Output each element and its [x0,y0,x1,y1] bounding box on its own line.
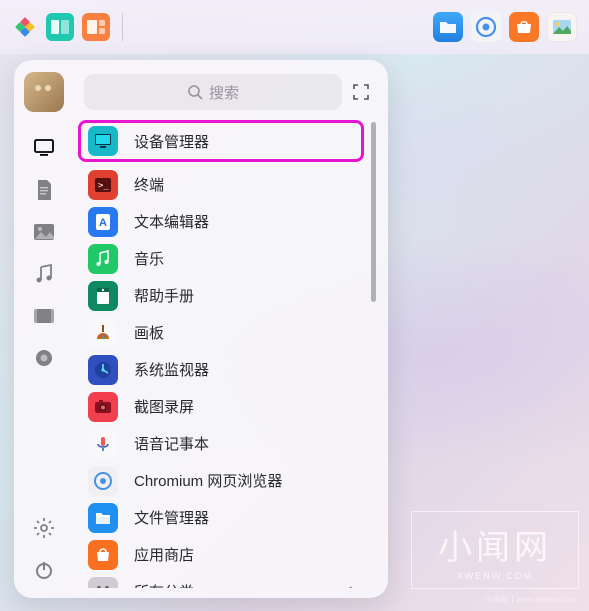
app-label: Chromium 网页浏览器 [134,470,282,491]
tray-app-gallery[interactable] [547,12,577,42]
taskbar [0,0,589,54]
search-input[interactable]: 搜索 [84,74,342,110]
voice-icon [88,429,118,459]
app-label: 文本编辑器 [134,211,209,232]
app-row-store[interactable]: 应用商店 [78,536,368,573]
app-label: 帮助手册 [134,285,194,306]
paint-icon [88,318,118,348]
taskbar-divider [122,13,123,41]
chevron-right-icon [348,586,356,589]
app-row-chromium[interactable]: Chromium 网页浏览器 [78,462,368,499]
app-row-screenshot[interactable]: 截图录屏 [78,388,368,425]
app-label: 设备管理器 [134,131,209,152]
monitor-icon [88,355,118,385]
app-label: 截图录屏 [134,396,194,417]
app-row-device-manager[interactable]: 设备管理器 [78,120,364,162]
app-label: 系统监视器 [134,359,209,380]
multitask-button[interactable] [46,13,74,41]
settings-icon[interactable] [32,516,56,540]
store-icon [88,540,118,570]
app-row-terminal[interactable]: >_ 终端 [78,166,368,203]
scrollbar[interactable] [371,122,376,302]
power-icon[interactable] [32,558,56,582]
app-label: 文件管理器 [134,507,209,528]
svg-text:A: A [99,217,107,229]
search-placeholder: 搜索 [209,82,239,103]
device-manager-icon [88,126,118,156]
app-row-voice[interactable]: 语音记事本 [78,425,368,462]
tray-app-files[interactable] [433,12,463,42]
launcher-sidebar [14,60,74,598]
category-computer-icon[interactable] [32,136,56,160]
tray-app-chromium[interactable] [471,12,501,42]
app-row-help[interactable]: 帮助手册 [78,277,368,314]
tray-app-store[interactable] [509,12,539,42]
app-label: 终端 [134,174,164,195]
app-label: 音乐 [134,248,164,269]
watermark: 小闻网 XWENW.COM [411,511,579,589]
all-icon [88,577,118,589]
app-row-music[interactable]: 音乐 [78,240,368,277]
category-music-icon[interactable] [32,262,56,286]
watermark-tag: 小闻网丨www.xwenw.com [485,594,577,605]
workspace-button[interactable] [82,13,110,41]
category-document-icon[interactable] [32,178,56,202]
watermark-text: 小闻网 [438,520,552,569]
text-editor-icon: A [88,207,118,237]
help-icon [88,281,118,311]
user-avatar[interactable] [24,72,64,112]
app-row-all[interactable]: 所有分类 [78,573,368,588]
chromium-icon [88,466,118,496]
category-video-icon[interactable] [32,304,56,328]
watermark-sub: XWENW.COM [457,571,534,581]
launcher-panel: 搜索 设备管理器 >_ 终端 A 文本编辑器音乐帮助手册画板系统监视器截图录屏语音记事本… [14,60,388,598]
screenshot-icon [88,392,118,422]
category-other-icon[interactable] [32,346,56,370]
launcher-main: 搜索 设备管理器 >_ 终端 A 文本编辑器音乐帮助手册画板系统监视器截图录屏语音记事本… [74,60,388,598]
app-row-text-editor[interactable]: A 文本编辑器 [78,203,368,240]
category-image-icon[interactable] [32,220,56,244]
terminal-icon: >_ [88,170,118,200]
app-row-paint[interactable]: 画板 [78,314,368,351]
app-row-files[interactable]: 文件管理器 [78,499,368,536]
app-list: 设备管理器 >_ 终端 A 文本编辑器音乐帮助手册画板系统监视器截图录屏语音记事本 Chr… [78,118,378,588]
app-label: 语音记事本 [134,433,209,454]
fullscreen-button[interactable] [350,81,372,103]
search-icon [187,84,203,100]
app-label: 应用商店 [134,544,194,565]
app-label: 所有分类 [134,581,194,588]
app-row-monitor[interactable]: 系统监视器 [78,351,368,388]
svg-text:>_: >_ [98,181,109,191]
music-icon [88,244,118,274]
files-icon [88,503,118,533]
launcher-button[interactable] [12,14,38,40]
app-label: 画板 [134,322,164,343]
